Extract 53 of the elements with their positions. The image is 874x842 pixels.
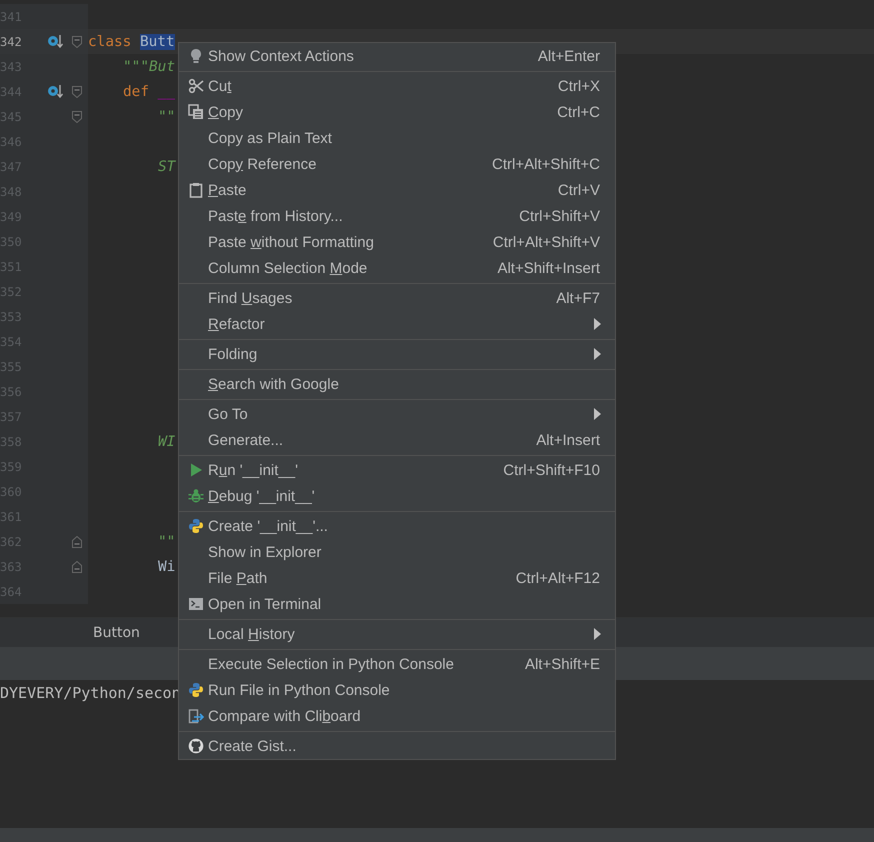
line-number: 342 — [0, 34, 22, 48]
menu-item[interactable]: Find Usages Alt+F7 — [179, 285, 615, 311]
python-icon — [188, 682, 204, 698]
python-icon — [188, 518, 204, 534]
code-line: "" — [158, 534, 176, 550]
menu-item[interactable]: Run File in Python Console — [179, 677, 615, 703]
code-line: WI — [158, 434, 176, 450]
console-output: DYEVERY/Python/secon — [0, 683, 181, 702]
menu-item[interactable]: Create '__init__'... — [179, 513, 615, 539]
menu-item[interactable]: Copy Reference Ctrl+Alt+Shift+C — [179, 151, 615, 177]
code-line: "" — [158, 108, 176, 124]
compare-icon — [188, 708, 204, 724]
fold-icon[interactable] — [72, 536, 82, 548]
menu-item[interactable]: Folding — [179, 341, 615, 367]
override-marker-icon[interactable] — [47, 34, 64, 49]
tab-label[interactable]: Button — [93, 624, 140, 640]
menu-item[interactable]: Show Context Actions Alt+Enter — [179, 43, 615, 69]
menu-item[interactable]: Execute Selection in Python Console Alt+Shift+E — [179, 651, 615, 677]
bug-icon — [188, 488, 204, 504]
menu-item[interactable]: Open in Terminal — [179, 591, 615, 617]
fold-icon[interactable] — [72, 36, 82, 48]
copy-icon — [188, 104, 204, 120]
menu-item[interactable]: Show in Explorer — [179, 539, 615, 565]
menu-item[interactable]: Go To — [179, 401, 615, 427]
code-line: """But — [123, 58, 175, 74]
github-icon — [188, 738, 204, 754]
menu-item[interactable]: Paste Ctrl+V — [179, 177, 615, 203]
menu-item[interactable]: Paste from History... Ctrl+Shift+V — [179, 203, 615, 229]
scissors-icon — [188, 78, 204, 94]
terminal-icon — [188, 596, 204, 612]
code-line: class Butt — [88, 34, 175, 50]
menu-item[interactable]: Copy as Plain Text — [179, 125, 615, 151]
menu-item[interactable]: Local History — [179, 621, 615, 647]
menu-item[interactable]: Debug '__init__' — [179, 483, 615, 509]
menu-item[interactable]: Paste without Formatting Ctrl+Alt+Shift+V — [179, 229, 615, 255]
menu-item[interactable]: Run '__init__' Ctrl+Shift+F10 — [179, 457, 615, 483]
menu-item[interactable]: Create Gist... — [179, 733, 615, 759]
menu-item[interactable]: Search with Google — [179, 371, 615, 397]
override-marker-icon[interactable] — [47, 84, 64, 99]
clipboard-icon — [188, 182, 204, 198]
menu-item[interactable]: Cut Ctrl+X — [179, 73, 615, 99]
menu-item[interactable]: Compare with Cliboard — [179, 703, 615, 729]
menu-item[interactable]: Refactor — [179, 311, 615, 337]
menu-item[interactable]: File Path Ctrl+Alt+F12 — [179, 565, 615, 591]
menu-item[interactable]: Column Selection Mode Alt+Shift+Insert — [179, 255, 615, 281]
menu-item[interactable]: Generate... Alt+Insert — [179, 427, 615, 453]
fold-icon[interactable] — [72, 560, 82, 572]
code-line: ST — [158, 158, 176, 174]
code-line: Wi — [158, 558, 176, 574]
code-line: def __ — [123, 84, 175, 100]
menu-item[interactable]: Copy Ctrl+C — [179, 99, 615, 125]
fold-icon[interactable] — [72, 110, 82, 122]
fold-icon[interactable] — [72, 86, 82, 98]
